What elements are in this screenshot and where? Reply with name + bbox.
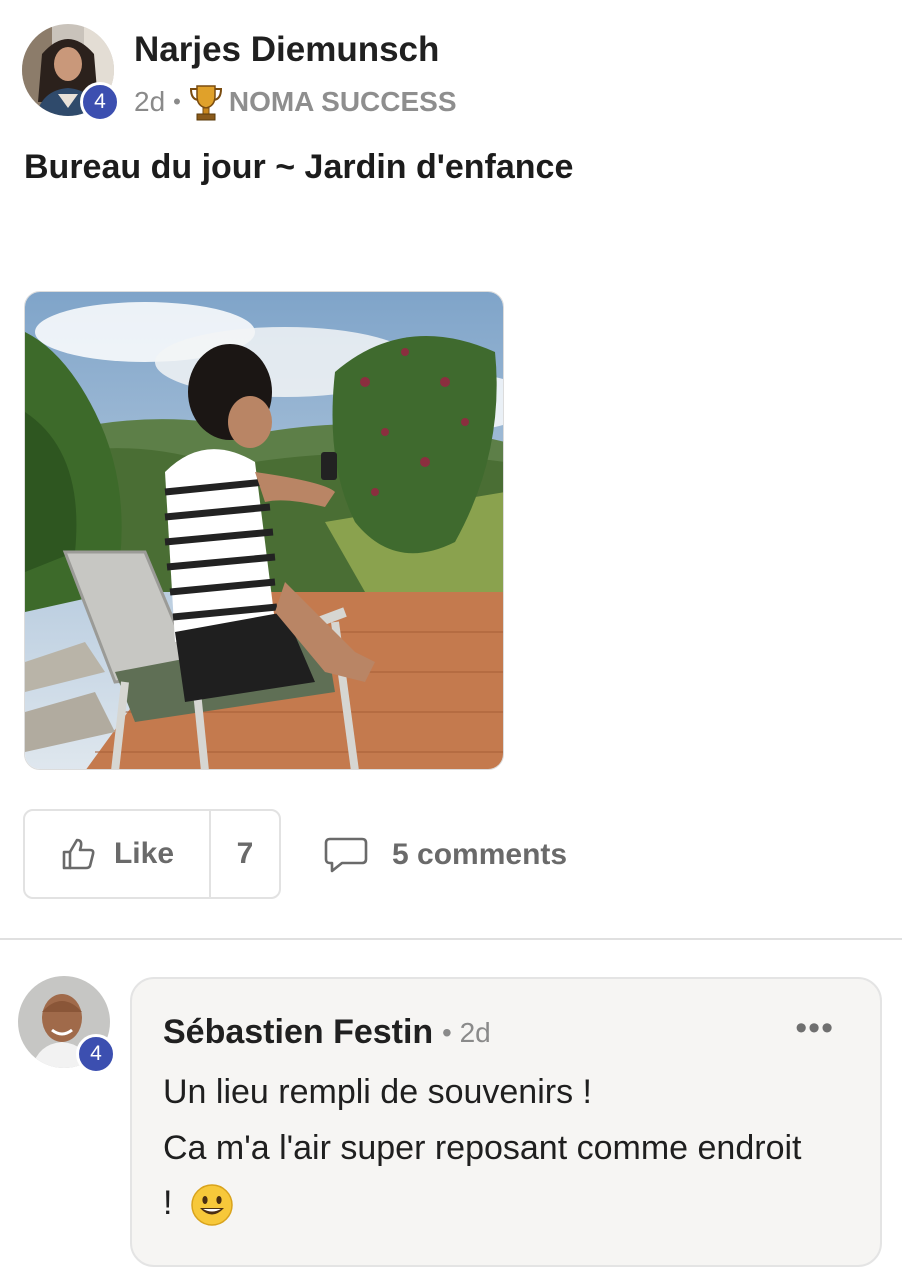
divider <box>0 938 902 940</box>
post-photo[interactable] <box>24 291 504 770</box>
comment-text: ! <box>163 1183 173 1222</box>
post-meta: 2d • NOMA SUCCESS <box>134 82 457 122</box>
comment-author-avatar[interactable]: 4 <box>18 976 116 1074</box>
like-button[interactable]: Like <box>25 811 211 897</box>
more-options-icon[interactable]: ••• <box>795 1009 834 1048</box>
garden-photo <box>25 292 503 769</box>
post-author-avatar[interactable]: 4 <box>22 24 120 122</box>
comments-link[interactable]: 5 comments <box>324 830 567 880</box>
grinning-emoji-icon <box>191 1184 233 1226</box>
post-category[interactable]: NOMA SUCCESS <box>229 86 457 118</box>
speech-bubble-icon <box>324 837 368 873</box>
level-badge: 4 <box>76 1034 116 1074</box>
comments-count-label: 5 comments <box>392 838 568 871</box>
post-author-name[interactable]: Narjes Diemunsch <box>134 30 439 70</box>
comment-text-line: Un lieu rempli de souvenirs ! <box>163 1073 592 1111</box>
post-title: Bureau du jour ~ Jardin d'enfance <box>24 148 574 186</box>
comment-time: • 2d <box>442 1017 491 1048</box>
like-box: Like 7 <box>23 809 281 899</box>
like-count[interactable]: 7 <box>211 811 279 897</box>
level-badge: 4 <box>80 82 120 122</box>
meta-separator: • <box>173 89 181 114</box>
thumbs-up-icon <box>62 838 95 870</box>
like-label: Like <box>113 837 175 870</box>
trophy-icon <box>189 85 222 121</box>
comment-author-name[interactable]: Sébastien Festin <box>163 1013 433 1052</box>
comment-bubble: Sébastien Festin • 2d ••• Un lieu rempli… <box>130 977 882 1267</box>
comment-text-line-last: ! <box>163 1183 234 1227</box>
post-time[interactable]: 2d <box>134 86 165 118</box>
comment-text-line: Ca m'a l'air super reposant comme endroi… <box>163 1129 802 1167</box>
